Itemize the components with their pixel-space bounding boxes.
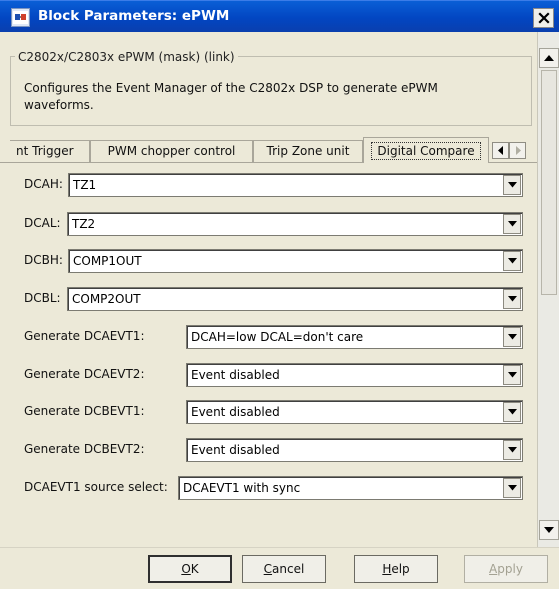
- ok-button[interactable]: OK: [148, 555, 232, 583]
- digital-compare-panel: DCAH: TZ1 DCAL: TZ2 DCBH: COMP1OUT DCBL:…: [0, 162, 537, 547]
- dcal-value: TZ2: [72, 217, 96, 231]
- cancel-button-label: Cancel: [263, 562, 305, 576]
- generate-dcaevt2-value: Event disabled: [191, 368, 280, 382]
- dcah-value: TZ1: [73, 178, 97, 192]
- generate-dcbevt1-value: Event disabled: [191, 405, 280, 419]
- arrow-down-icon[interactable]: [539, 520, 559, 540]
- chevron-down-icon[interactable]: [503, 175, 521, 195]
- simulink-block-icon: [11, 8, 30, 27]
- dialog-content: C2802x/C2803x ePWM (mask) (link) Configu…: [0, 32, 537, 547]
- field-row-generate-dcbevt1: Generate DCBEVT1: Event disabled: [24, 400, 524, 424]
- field-label: Generate DCBEVT2:: [24, 442, 145, 456]
- chevron-down-icon[interactable]: [503, 365, 521, 385]
- scrollbar-thumb[interactable]: [541, 70, 557, 295]
- field-row-dcbh: DCBH: COMP1OUT: [24, 249, 524, 273]
- chevron-down-icon[interactable]: [503, 478, 521, 498]
- generate-dcbevt2-select[interactable]: Event disabled: [186, 438, 523, 462]
- close-icon[interactable]: [533, 8, 554, 28]
- generate-dcaevt2-select[interactable]: Event disabled: [186, 363, 523, 387]
- tab-label: Trip Zone unit: [266, 144, 350, 158]
- generate-dcaevt1-value: DCAH=low DCAL=don't care: [191, 330, 364, 344]
- field-row-generate-dcbevt2: Generate DCBEVT2: Event disabled: [24, 438, 524, 462]
- dcbl-select[interactable]: COMP2OUT: [67, 287, 523, 311]
- cancel-button[interactable]: Cancel: [242, 555, 326, 583]
- apply-button-label: Apply: [489, 562, 523, 576]
- field-label: Generate DCAEVT2:: [24, 367, 145, 381]
- chevron-down-icon[interactable]: [503, 214, 521, 234]
- chevron-down-icon[interactable]: [503, 440, 521, 460]
- field-label: DCAH:: [24, 177, 63, 191]
- arrow-left-icon[interactable]: [492, 142, 509, 159]
- dcaevt1-source-select[interactable]: DCAEVT1 with sync: [178, 476, 523, 500]
- arrow-up-icon[interactable]: [539, 48, 559, 68]
- tab-label: PWM chopper control: [107, 144, 236, 158]
- dcbh-select[interactable]: COMP1OUT: [68, 249, 523, 273]
- field-label: DCBL:: [24, 291, 61, 305]
- field-row-generate-dcaevt1: Generate DCAEVT1: DCAH=low DCAL=don't ca…: [24, 325, 524, 349]
- dcah-select[interactable]: TZ1: [68, 173, 523, 197]
- apply-button[interactable]: Apply: [464, 555, 548, 583]
- field-row-dcal: DCAL: TZ2: [24, 212, 524, 236]
- tab-pwm-chopper-control[interactable]: PWM chopper control: [90, 140, 253, 162]
- tab-trip-zone-unit[interactable]: Trip Zone unit: [253, 140, 363, 162]
- window-title: Block Parameters: ePWM: [38, 8, 230, 24]
- tab-label: nt Trigger: [16, 144, 74, 158]
- field-row-dcaevt1-source-select: DCAEVT1 source select: DCAEVT1 with sync: [24, 476, 524, 500]
- generate-dcbevt2-value: Event disabled: [191, 443, 280, 457]
- field-label: DCAEVT1 source select:: [24, 480, 168, 494]
- help-button[interactable]: Help: [354, 555, 438, 583]
- dcbh-value: COMP1OUT: [73, 254, 142, 268]
- chevron-down-icon[interactable]: [503, 402, 521, 422]
- dcbl-value: COMP2OUT: [72, 292, 141, 306]
- arrow-right-icon[interactable]: [509, 142, 526, 159]
- chevron-down-icon[interactable]: [503, 289, 521, 309]
- dcaevt1-source-value: DCAEVT1 with sync: [183, 481, 301, 495]
- field-label: Generate DCAEVT1:: [24, 329, 145, 343]
- mask-description: Configures the Event Manager of the C280…: [24, 81, 438, 112]
- chevron-down-icon[interactable]: [503, 251, 521, 271]
- dialog-footer: OK Cancel Help Apply: [0, 547, 559, 589]
- generate-dcaevt1-select[interactable]: DCAH=low DCAL=don't care: [186, 325, 523, 349]
- chevron-down-icon[interactable]: [503, 327, 521, 347]
- tab-bar: nt Trigger PWM chopper control Trip Zone…: [0, 136, 537, 163]
- generate-dcbevt1-select[interactable]: Event disabled: [186, 400, 523, 424]
- ok-button-label: OK: [181, 562, 199, 576]
- field-row-generate-dcaevt2: Generate DCAEVT2: Event disabled: [24, 363, 524, 387]
- field-label: Generate DCBEVT1:: [24, 404, 145, 418]
- help-button-label: Help: [382, 562, 410, 576]
- field-label: DCAL:: [24, 216, 61, 230]
- window-titlebar[interactable]: Block Parameters: ePWM: [0, 0, 559, 32]
- tab-event-trigger[interactable]: nt Trigger: [10, 140, 90, 162]
- tab-digital-compare[interactable]: Digital Compare: [363, 137, 489, 163]
- field-row-dcbl: DCBL: COMP2OUT: [24, 287, 524, 311]
- field-label: DCBH:: [24, 253, 63, 267]
- tab-label: Digital Compare: [371, 142, 481, 160]
- field-row-dcah: DCAH: TZ1: [24, 173, 524, 197]
- mask-title: C2802x/C2803x ePWM (mask) (link): [15, 50, 238, 64]
- vertical-scrollbar[interactable]: [537, 32, 559, 547]
- dcal-select[interactable]: TZ2: [67, 212, 523, 236]
